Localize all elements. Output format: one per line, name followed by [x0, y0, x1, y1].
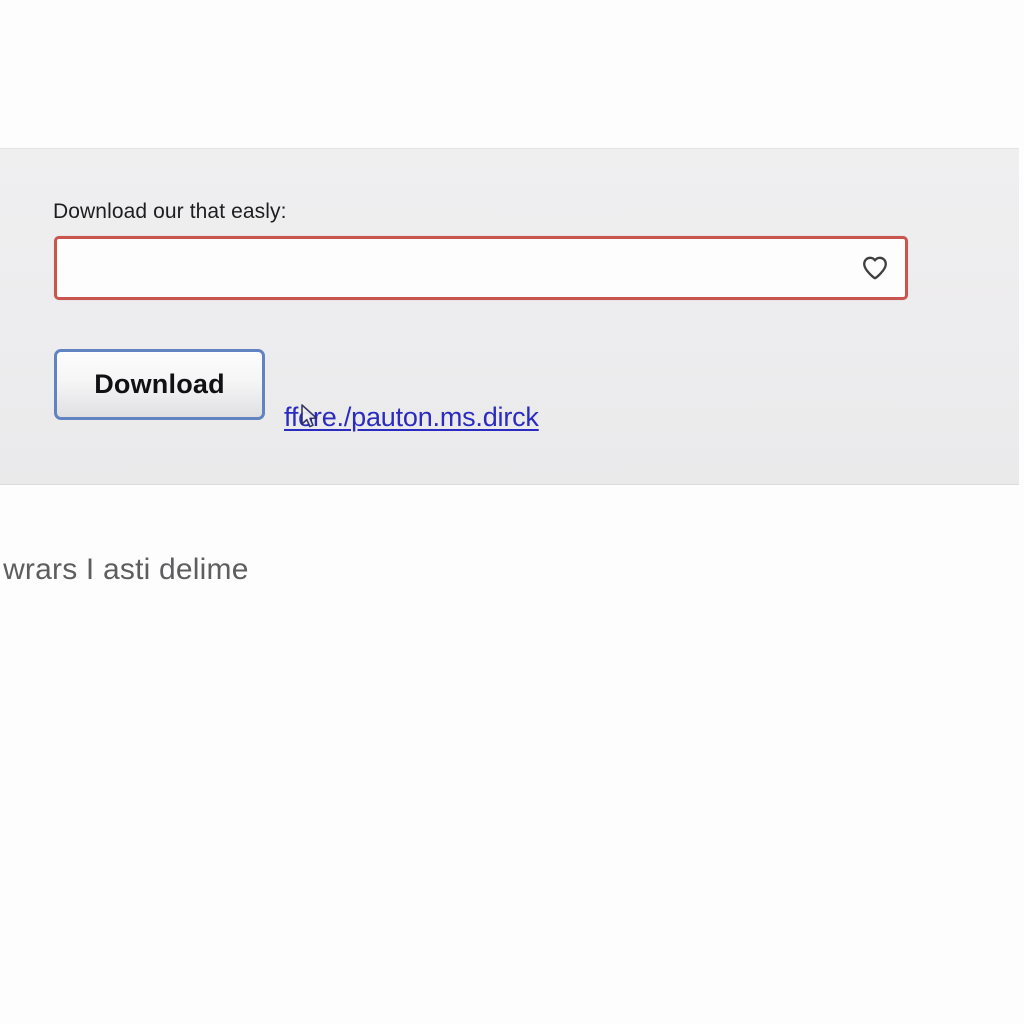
- bottom-caption-text: t wrars I asti delime: [0, 553, 249, 586]
- download-panel: Download our that easly: Download ffore.…: [0, 148, 1019, 485]
- bottom-area: t wrars I asti delime: [0, 486, 1024, 1024]
- download-panel-inner: Download our that easly: Download ffore.…: [0, 149, 1019, 484]
- download-button-label: Download: [94, 369, 225, 399]
- top-blank-area: [0, 0, 1024, 148]
- download-mirror-link[interactable]: ffore./pauton.ms.dirck: [284, 401, 539, 433]
- download-field-label: Download our that easly:: [53, 200, 287, 223]
- page-root: Download our that easly: Download ffore.…: [0, 0, 1024, 1024]
- download-input-wrapper[interactable]: [54, 236, 908, 300]
- heart-icon[interactable]: [861, 254, 889, 282]
- download-input[interactable]: [57, 239, 905, 297]
- download-button[interactable]: Download: [54, 349, 265, 420]
